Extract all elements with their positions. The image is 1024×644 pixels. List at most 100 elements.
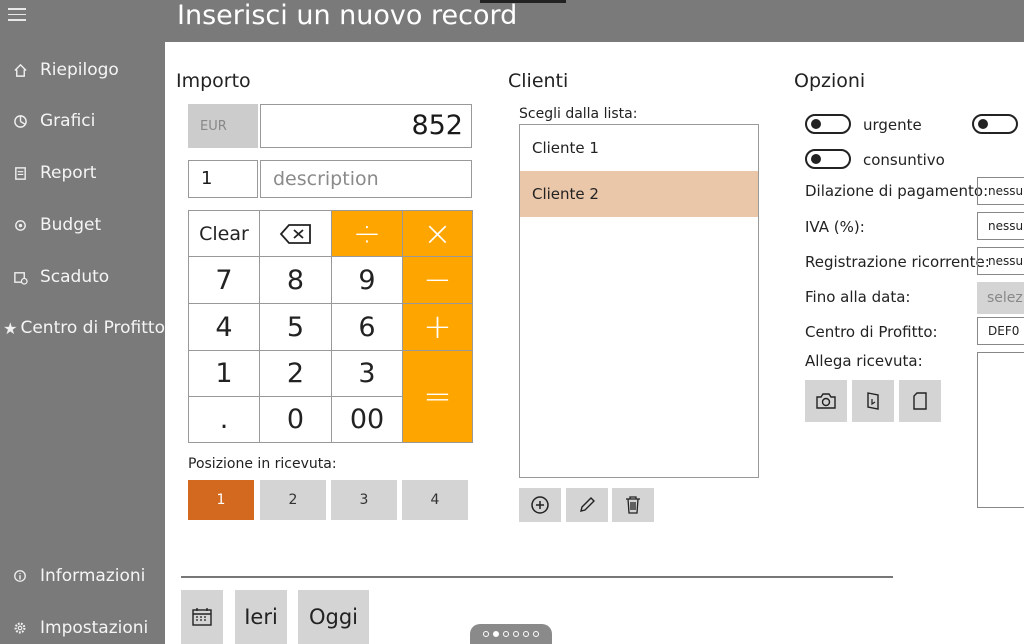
double-zero-button[interactable]: 00 bbox=[332, 397, 402, 442]
page-dot bbox=[483, 631, 489, 637]
fino-label: Fino alla data: bbox=[805, 288, 911, 306]
consuntivo-toggle[interactable] bbox=[805, 149, 851, 169]
budget-icon bbox=[0, 218, 40, 233]
file-button[interactable] bbox=[899, 380, 941, 422]
camera-icon bbox=[816, 393, 836, 409]
digit-2-button[interactable]: 2 bbox=[260, 351, 331, 396]
page-dot bbox=[503, 631, 509, 637]
digit-5-button[interactable]: 5 bbox=[260, 304, 331, 350]
backspace-icon bbox=[279, 223, 311, 244]
document-icon bbox=[867, 392, 879, 410]
client-list[interactable]: Cliente 1 Cliente 2 bbox=[519, 124, 759, 478]
gear-icon bbox=[0, 621, 40, 635]
sidebar-item-label: Riepilogo bbox=[40, 60, 119, 80]
gallery-button[interactable] bbox=[852, 380, 894, 422]
title-bar-tab bbox=[480, 0, 566, 3]
home-icon bbox=[0, 63, 40, 78]
importo-title: Importo bbox=[176, 70, 251, 92]
urgente-label: urgente bbox=[863, 116, 922, 134]
ricorrente-select[interactable]: nessuna bbox=[977, 247, 1024, 275]
page-dot bbox=[523, 631, 529, 637]
ricorrente-label: Registrazione ricorrente: bbox=[805, 253, 990, 271]
page-indicator[interactable] bbox=[470, 624, 552, 644]
sidebar-item-label: Report bbox=[40, 163, 97, 183]
digit-9-button[interactable]: 9 bbox=[332, 257, 402, 303]
position-label: Posizione in ricevuta: bbox=[188, 456, 337, 472]
page-dot-active bbox=[493, 631, 499, 637]
ieri-button[interactable]: Ieri bbox=[235, 590, 287, 644]
digit-3-button[interactable]: 3 bbox=[332, 351, 402, 396]
position-button-1[interactable]: 1 bbox=[188, 480, 254, 520]
quantity-field[interactable]: 1 bbox=[188, 160, 258, 198]
report-icon bbox=[0, 166, 40, 181]
amount-field[interactable]: 852 bbox=[260, 104, 472, 148]
allega-label: Allega ricevuta: bbox=[805, 352, 923, 370]
add-circle-icon bbox=[531, 496, 549, 514]
oggi-button[interactable]: Oggi bbox=[298, 590, 369, 644]
position-button-4[interactable]: 4 bbox=[402, 480, 468, 520]
dilazione-select[interactable]: nessuna bbox=[977, 177, 1024, 205]
minus-button[interactable]: − bbox=[403, 257, 472, 303]
sidebar-item-report[interactable]: Report bbox=[0, 153, 165, 193]
position-button-2[interactable]: 2 bbox=[260, 480, 326, 520]
multiply-button[interactable]: × bbox=[403, 211, 472, 256]
iva-select[interactable]: nessuna bbox=[977, 212, 1024, 240]
sidebar-item-grafici[interactable]: Grafici bbox=[0, 101, 165, 141]
star-icon: ★ bbox=[3, 318, 18, 338]
sidebar: Riepilogo Grafici Report Budget Scaduto … bbox=[0, 0, 165, 644]
digit-0-button[interactable]: 0 bbox=[260, 397, 331, 442]
sidebar-item-centro-di-profitto[interactable]: ★ Centro di Profitto bbox=[0, 308, 165, 348]
plus-button[interactable]: + bbox=[403, 304, 472, 350]
file-icon bbox=[913, 392, 927, 410]
extra-toggle[interactable] bbox=[972, 114, 1018, 134]
iva-label: IVA (%): bbox=[805, 218, 865, 236]
divide-button[interactable]: ÷ bbox=[332, 211, 402, 256]
urgente-toggle[interactable] bbox=[805, 114, 851, 134]
attachment-preview[interactable] bbox=[977, 352, 1024, 508]
digit-1-button[interactable]: 1 bbox=[189, 351, 259, 396]
clienti-title: Clienti bbox=[508, 70, 569, 92]
page-dot bbox=[533, 631, 539, 637]
digit-7-button[interactable]: 7 bbox=[189, 257, 259, 303]
calculator-keypad: Clear ÷ × 7 8 9 − 4 5 6 + 1 2 3 = . 0 00 bbox=[188, 210, 473, 443]
opzioni-title: Opzioni bbox=[794, 70, 866, 92]
sidebar-item-scaduto[interactable]: Scaduto bbox=[0, 257, 165, 297]
edit-client-button[interactable] bbox=[566, 488, 608, 522]
page-title: Inserisci un nuovo record bbox=[177, 0, 518, 31]
calendar-overdue-icon bbox=[0, 270, 40, 285]
equals-button[interactable]: = bbox=[403, 351, 472, 442]
hamburger-menu-icon[interactable] bbox=[8, 8, 26, 22]
sidebar-item-budget[interactable]: Budget bbox=[0, 205, 165, 245]
add-client-button[interactable] bbox=[519, 488, 561, 522]
camera-button[interactable] bbox=[805, 380, 847, 422]
calendar-icon bbox=[192, 608, 212, 626]
list-item[interactable]: Cliente 1 bbox=[520, 125, 758, 171]
sidebar-item-riepilogo[interactable]: Riepilogo bbox=[0, 50, 165, 90]
info-icon bbox=[0, 569, 40, 583]
digit-4-button[interactable]: 4 bbox=[189, 304, 259, 350]
list-item[interactable]: Cliente 2 bbox=[520, 171, 758, 217]
position-button-3[interactable]: 3 bbox=[331, 480, 397, 520]
pie-chart-icon bbox=[0, 114, 40, 129]
fino-date-picker[interactable]: seleziona bbox=[977, 282, 1024, 314]
delete-client-button[interactable] bbox=[612, 488, 654, 522]
backspace-button[interactable] bbox=[260, 211, 331, 256]
digit-8-button[interactable]: 8 bbox=[260, 257, 331, 303]
clear-button[interactable]: Clear bbox=[189, 211, 259, 256]
divider bbox=[181, 576, 893, 578]
sidebar-item-impostazioni[interactable]: Impostazioni bbox=[0, 608, 165, 644]
decimal-point-button[interactable]: . bbox=[189, 397, 259, 442]
sidebar-item-label: Budget bbox=[40, 215, 102, 235]
centro-select[interactable]: DEF0 bbox=[977, 317, 1024, 345]
sidebar-item-label: Scaduto bbox=[40, 267, 110, 287]
pencil-icon bbox=[580, 497, 595, 512]
digit-6-button[interactable]: 6 bbox=[332, 304, 402, 350]
currency-selector[interactable]: EUR bbox=[188, 104, 258, 148]
calendar-button[interactable] bbox=[181, 590, 223, 644]
dilazione-label: Dilazione di pagamento: bbox=[805, 182, 989, 200]
description-field[interactable]: description bbox=[260, 160, 472, 198]
sidebar-item-label: Informazioni bbox=[40, 566, 146, 586]
title-bar: Inserisci un nuovo record bbox=[165, 0, 1024, 42]
centro-label: Centro di Profitto: bbox=[805, 323, 938, 341]
sidebar-item-informazioni[interactable]: Informazioni bbox=[0, 556, 165, 596]
